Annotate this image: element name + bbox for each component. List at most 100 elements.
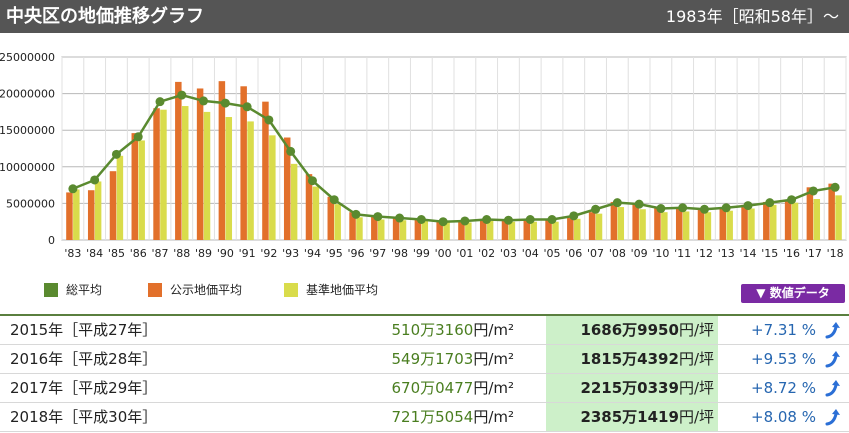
point-total xyxy=(634,199,644,209)
bar-standard xyxy=(312,186,320,240)
row-price-tsubo: 2385万1419円/坪 xyxy=(546,403,718,431)
x-tick-label: '85 xyxy=(108,247,125,260)
bar-standard xyxy=(552,221,559,240)
price-m2-unit: 円/m² xyxy=(473,379,514,397)
numeric-data-button[interactable]: ▼ 数値データ xyxy=(741,284,845,303)
x-tick-label: '99 xyxy=(413,247,430,260)
trend-up-icon[interactable] xyxy=(824,378,844,398)
x-tick-label: '93 xyxy=(282,247,299,260)
x-tick-label: '04 xyxy=(522,247,539,260)
bar-standard xyxy=(203,111,211,241)
bar-standard xyxy=(334,204,341,240)
chart-svg: 0 5000000 10000000 15000000 20000000 25000000… xyxy=(0,51,847,260)
price-tsubo-unit: 円/坪 xyxy=(678,408,714,426)
bar-standard xyxy=(726,210,733,240)
x-tick-label: '02 xyxy=(478,247,495,260)
row-price-m2: 721万5054円/m² xyxy=(300,403,515,431)
point-total xyxy=(155,97,165,107)
legend-swatch-public xyxy=(148,283,162,297)
bar-public xyxy=(675,207,683,240)
x-tick-label: '01 xyxy=(456,247,473,260)
table-row: 2018年［平成30年］ 721万5054円/m² 2385万1419円/坪 +… xyxy=(0,403,849,432)
trend-up-icon[interactable] xyxy=(824,320,844,340)
price-tsubo-unit: 円/坪 xyxy=(678,350,714,368)
y-tick-label: 10000000 xyxy=(0,161,55,174)
x-tick-label: '11 xyxy=(674,247,691,260)
x-tick-label: '09 xyxy=(631,247,648,260)
point-total xyxy=(460,216,470,226)
row-year: 2018年［平成30年］ xyxy=(10,408,158,426)
x-tick-label: '10 xyxy=(652,247,669,260)
bar-standard xyxy=(617,207,625,240)
price-tsubo-value: 1815万4392 xyxy=(580,350,679,368)
bar-standard xyxy=(682,211,690,240)
row-year: 2017年［平成29年］ xyxy=(10,379,158,397)
row-year: 2016年［平成28年］ xyxy=(10,350,158,368)
bar-public xyxy=(66,192,73,240)
bar-public xyxy=(588,212,596,240)
x-tick-label: '13 xyxy=(718,247,735,260)
y-tick-label: 0 xyxy=(48,234,55,247)
bar-public xyxy=(763,201,770,240)
bar-public xyxy=(131,133,139,240)
row-year: 2015年［平成27年］ xyxy=(10,321,158,339)
trend-up-icon[interactable] xyxy=(824,349,844,369)
point-total xyxy=(395,213,405,223)
bar-standard xyxy=(138,140,145,240)
bar-standard xyxy=(595,213,603,240)
trend-up-icon[interactable] xyxy=(824,407,844,427)
bar-standard xyxy=(181,106,189,240)
point-total xyxy=(721,203,731,213)
x-tick-label: '94 xyxy=(304,247,321,260)
x-tick-label: '95 xyxy=(326,247,343,260)
header-bar: 中央区の地価推移グラフ 1983年［昭和58年］～ xyxy=(0,0,849,33)
point-total xyxy=(242,102,252,112)
table-row: 2015年［平成27年］ 510万3160円/m² 1686万9950円/坪 +… xyxy=(0,316,849,345)
bar-public xyxy=(610,201,618,240)
point-total xyxy=(547,215,557,225)
x-tick-label: '88 xyxy=(173,247,190,260)
legend-swatch-total xyxy=(44,283,58,297)
point-total xyxy=(612,198,622,208)
x-tick-label: '91 xyxy=(239,247,256,260)
point-total xyxy=(177,90,187,100)
point-total xyxy=(808,186,818,196)
x-tick-label: '96 xyxy=(347,247,364,260)
x-tick-label: '90 xyxy=(217,247,234,260)
price-m2-unit: 円/m² xyxy=(473,408,514,426)
bar-standard xyxy=(573,218,581,240)
x-tick-label: '08 xyxy=(609,247,626,260)
bar-standard xyxy=(530,221,537,240)
price-m2-value: 549万1703 xyxy=(391,350,474,368)
row-change: +7.31 % xyxy=(751,321,816,339)
bar-standard xyxy=(813,199,821,240)
point-total xyxy=(286,146,296,156)
price-m2-unit: 円/m² xyxy=(473,321,514,339)
bar-public xyxy=(196,88,204,240)
bar-standard xyxy=(73,189,80,240)
point-total xyxy=(787,195,797,205)
row-price-m2: 549万1703円/m² xyxy=(300,345,515,373)
x-tick-label: '87 xyxy=(151,247,168,260)
bar-public xyxy=(175,81,182,240)
price-tsubo-value: 2385万1419 xyxy=(580,408,679,426)
bar-public xyxy=(567,218,574,240)
price-tsubo-unit: 円/坪 xyxy=(678,379,714,397)
x-tick-label: '17 xyxy=(805,247,822,260)
row-price-tsubo: 1686万9950円/坪 xyxy=(546,316,718,344)
point-total xyxy=(678,203,688,213)
point-total xyxy=(220,98,230,108)
bar-standard xyxy=(225,117,233,240)
x-tick-label: '12 xyxy=(696,247,713,260)
point-total xyxy=(765,198,775,208)
point-total xyxy=(830,182,840,192)
point-total xyxy=(373,212,383,222)
row-change: +8.08 % xyxy=(751,408,816,426)
bar-standard xyxy=(116,155,124,240)
row-price-tsubo: 2215万0339円/坪 xyxy=(546,374,718,402)
bar-standard xyxy=(399,220,407,240)
bar-standard xyxy=(269,135,276,240)
y-tick-label: 20000000 xyxy=(0,88,55,101)
bar-standard xyxy=(247,121,254,240)
price-tsubo-unit: 円/坪 xyxy=(678,321,714,339)
